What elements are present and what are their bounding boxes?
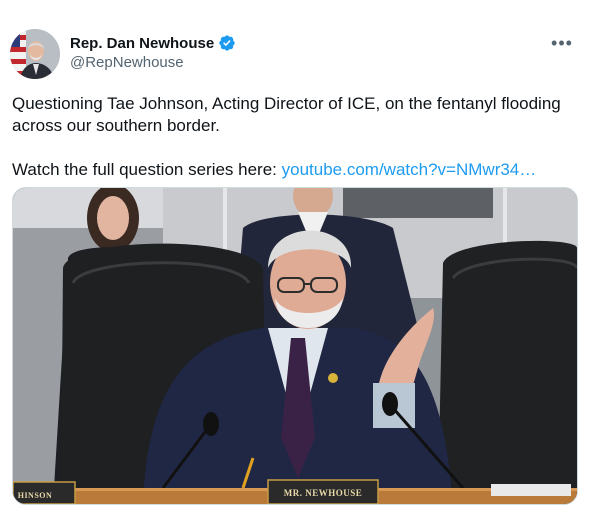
nameplate-left: HINSON bbox=[18, 491, 53, 500]
more-horizontal-icon: ••• bbox=[551, 32, 573, 53]
avatar[interactable] bbox=[10, 29, 60, 79]
hearing-photo: MR. NEWHOUSE HINSON bbox=[13, 188, 577, 504]
verified-badge-icon[interactable] bbox=[218, 34, 236, 52]
tweet-card: Rep. Dan Newhouse @RepNewhouse ••• Quest… bbox=[0, 0, 592, 521]
author-block: Rep. Dan Newhouse @RepNewhouse bbox=[70, 33, 236, 71]
tweet-text-line1: Questioning Tae Johnson, Acting Director… bbox=[12, 94, 561, 135]
nameplate-main: MR. NEWHOUSE bbox=[284, 488, 363, 498]
tweet-text: Questioning Tae Johnson, Acting Director… bbox=[12, 93, 580, 181]
tweet-text-prefix: Watch the full question series here: bbox=[12, 160, 282, 179]
tweet-media-image[interactable]: MR. NEWHOUSE HINSON bbox=[12, 187, 578, 505]
tweet-text-line2: Watch the full question series here: you… bbox=[12, 159, 580, 181]
name-row: Rep. Dan Newhouse bbox=[70, 33, 236, 53]
avatar-image bbox=[10, 29, 60, 79]
youtube-link[interactable]: youtube.com/watch?v=NMwr34… bbox=[282, 160, 537, 179]
display-name[interactable]: Rep. Dan Newhouse bbox=[70, 35, 214, 52]
more-options-button[interactable]: ••• bbox=[550, 33, 574, 53]
author-handle[interactable]: @RepNewhouse bbox=[70, 54, 236, 71]
